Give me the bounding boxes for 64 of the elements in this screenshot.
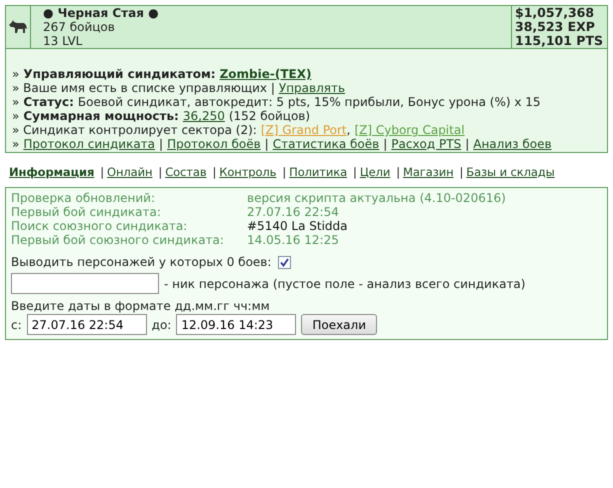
tab-separator: | (396, 165, 400, 179)
tab[interactable]: Базы и склады (466, 165, 555, 179)
stat-value: $1,057,368 (515, 6, 596, 20)
row-label: Проверка обновлений: (11, 191, 156, 205)
row-label: Первый бой синдиката: (11, 205, 162, 219)
to-label: до: (152, 318, 172, 332)
info-link[interactable]: 36,250 (182, 109, 225, 123)
info-link[interactable]: Анализ боев (473, 137, 552, 151)
stat-value: 38,523 EXP (515, 20, 596, 34)
info-label: Статус: (23, 95, 74, 109)
from-label: с: (11, 318, 22, 332)
tab-separator: | (353, 165, 357, 179)
row-label: Поиск союзного синдиката: (11, 219, 188, 233)
tab[interactable]: Состав (165, 165, 206, 179)
info-text: » (12, 109, 20, 123)
info-text: » (12, 137, 20, 151)
row-value: #5140 La Stidda (247, 219, 349, 233)
info-link[interactable]: Протокол боёв (167, 137, 261, 151)
info-text: Боевой синдикат, автокредит: 5 pts, 15% прибыли, Бонус урона (%) x 15 (78, 95, 541, 109)
dates-hint: Введите даты в формате дд.мм.гг чч:мм (11, 299, 271, 313)
tab[interactable]: Онлайн (107, 165, 152, 179)
row-value: версия скрипта актуальна (4.10-020616) (247, 191, 507, 205)
tab[interactable]: Контроль (219, 165, 276, 179)
manager-link[interactable]: Zombie-(TEX) (220, 67, 312, 81)
nick-hint: - ник персонажа (пустое поле - анализ всего синдиката) (164, 276, 526, 290)
info-text: | (159, 137, 164, 151)
tab-separator: | (212, 165, 216, 179)
tab[interactable]: Политика (289, 165, 348, 179)
tab[interactable]: Магазин (403, 165, 454, 179)
info-link[interactable]: Протокол синдиката (23, 137, 156, 151)
tab-separator: | (282, 165, 286, 179)
info-text: | (264, 137, 269, 151)
row-value: 27.07.16 22:54 (247, 205, 340, 219)
row-label: Первый бой союзного синдиката: (11, 233, 225, 247)
info-link[interactable]: Управлять (278, 81, 346, 95)
info-text: (152 бойцов) (228, 109, 310, 123)
nick-input-field[interactable] (11, 273, 159, 294)
tab[interactable]: Информация (9, 165, 94, 179)
from-date-field[interactable]: 27.07.16 22:54 (26, 314, 147, 335)
checkbox[interactable] (278, 256, 292, 268)
info-text: | (465, 137, 470, 151)
info-link[interactable]: Расход PTS (391, 137, 462, 151)
fighter-count: 267 бойцов (43, 20, 116, 34)
info-label: Управляющий синдикатом: (23, 67, 216, 81)
info-text: » (12, 95, 20, 109)
wolf-icon (8, 20, 28, 34)
stat-value: 115,101 PTS (515, 34, 604, 48)
tab-separator: | (100, 165, 104, 179)
info-text: » (12, 67, 20, 81)
tab-separator: | (460, 165, 464, 179)
info-text: » Ваше имя есть в списке управляющих | (12, 81, 275, 95)
to-date-field[interactable]: 12.09.16 14:23 (176, 314, 296, 335)
tab[interactable]: Цели (360, 165, 390, 179)
info-label: Суммарная мощность: (23, 109, 179, 123)
info-text: , (346, 123, 350, 137)
syndicate-name: ● Черная Стая ● (43, 6, 160, 20)
syndicate-level: 13 LVL (43, 34, 84, 48)
info-text: » Синдикат контролирует сектора (2): (12, 123, 257, 137)
row-value: 14.05.16 12:25 (247, 233, 340, 247)
tab-separator: | (158, 165, 162, 179)
checkbox-label: Выводить персонажей у которых 0 боев: (11, 255, 272, 269)
info-link[interactable]: Статистика боёв (272, 137, 380, 151)
go-button[interactable]: Поехали (301, 314, 377, 335)
info-text: | (383, 137, 388, 151)
